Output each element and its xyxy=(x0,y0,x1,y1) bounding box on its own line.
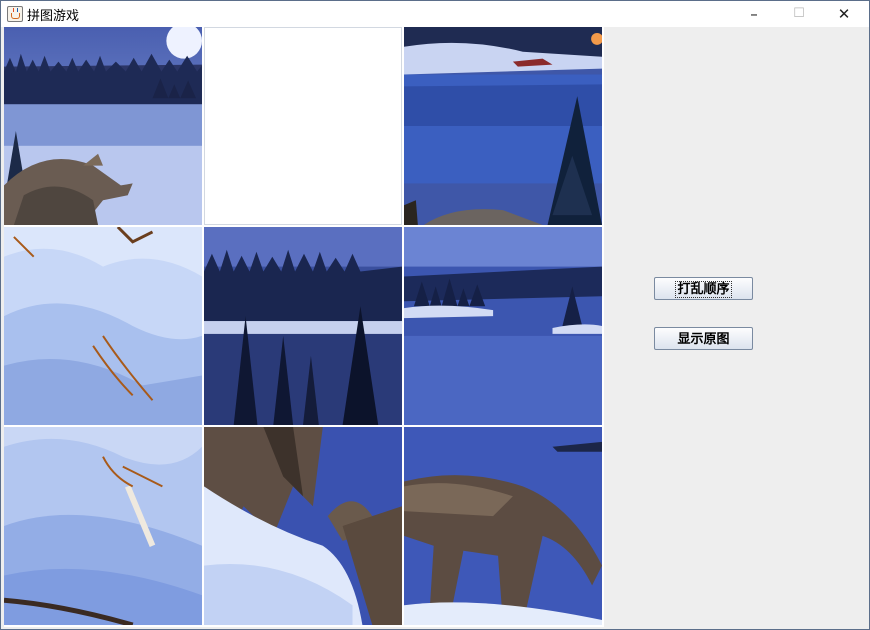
puzzle-tile-4[interactable] xyxy=(204,227,402,425)
puzzle-tile-0[interactable] xyxy=(4,27,202,225)
minimize-icon[interactable]: – xyxy=(731,1,777,27)
puzzle-tile-8[interactable] xyxy=(404,427,602,625)
puzzle-tile-7[interactable] xyxy=(204,427,402,625)
puzzle-tile-3[interactable] xyxy=(4,227,202,425)
java-cup-icon xyxy=(7,6,23,22)
puzzle-tile-2[interactable] xyxy=(404,27,602,225)
close-icon[interactable]: ✕ xyxy=(821,1,867,27)
puzzle-tile-blank[interactable] xyxy=(204,27,402,225)
puzzle-tile-5[interactable] xyxy=(404,227,602,425)
show-original-button-label: 显示原图 xyxy=(677,332,730,347)
shuffle-button[interactable]: 打乱顺序 xyxy=(654,277,753,300)
show-original-button[interactable]: 显示原图 xyxy=(654,327,753,350)
shuffle-button-label: 打乱顺序 xyxy=(675,281,732,298)
window-title: 拼图游戏 xyxy=(27,9,80,24)
puzzle-board xyxy=(4,27,604,627)
maximize-icon[interactable]: ☐ xyxy=(776,1,822,27)
puzzle-window: 拼图游戏 – ☐ ✕ 打乱顺序 显示原图 xyxy=(0,0,870,630)
title-bar[interactable]: 拼图游戏 – ☐ ✕ xyxy=(1,1,869,27)
puzzle-tile-6[interactable] xyxy=(4,427,202,625)
